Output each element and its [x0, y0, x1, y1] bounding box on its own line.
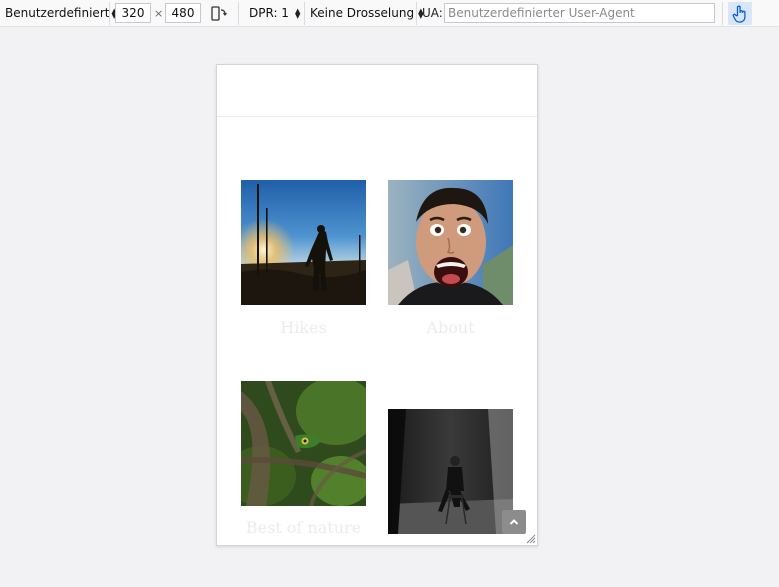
network-throttling-selector[interactable]: Keine Drosselung ▲ ▼: [310, 0, 423, 27]
toolbar-divider: [238, 2, 239, 25]
scroll-to-top-button[interactable]: [502, 510, 526, 534]
device-selector[interactable]: Benutzerdefiniert▲▼: [5, 0, 117, 27]
viewport-resize-handle[interactable]: [524, 532, 536, 544]
throttling-selector-label: Keine Drosselung: [310, 6, 415, 20]
gallery-caption: Hikes: [280, 318, 327, 337]
dpr-selector-label: DPR: 1: [249, 6, 289, 20]
dimension-separator: ×: [154, 7, 164, 20]
gallery-caption: Best of nature: [245, 518, 362, 537]
gallery-caption: About: [426, 318, 475, 337]
gallery-item-best-of-nature[interactable]: [241, 381, 366, 506]
gallery-item-studio[interactable]: [388, 409, 513, 534]
user-agent-input[interactable]: [444, 3, 715, 23]
responsive-design-toolbar: Benutzerdefiniert▲▼ 320 × 480 DPR: 1 ▲▼ K…: [0, 0, 779, 27]
chevron-up-icon: [509, 519, 519, 525]
toolbar-divider: [304, 2, 305, 25]
site-header: [217, 65, 537, 117]
touch-simulation-icon: [732, 5, 746, 23]
rotate-device-button[interactable]: [210, 5, 228, 22]
device-selector-label: Benutzerdefiniert: [5, 6, 110, 20]
viewport-height-input[interactable]: 480: [165, 3, 201, 23]
portrait-face-photo: [388, 180, 513, 305]
select-arrows-icon: ▲▼: [294, 6, 301, 20]
gallery-item-hikes[interactable]: [241, 180, 366, 305]
studio-portrait-photo: [388, 409, 513, 534]
device-viewport: Hikes About Best of nature: [216, 64, 538, 546]
lizard-photo: [241, 381, 366, 506]
toolbar-divider: [722, 2, 723, 25]
toolbar-divider: [416, 2, 417, 25]
gallery-item-about[interactable]: [388, 180, 513, 305]
touch-simulation-button[interactable]: [728, 2, 752, 25]
toolbar-divider: [109, 2, 110, 25]
rotate-device-icon: [211, 6, 227, 21]
hiker-sunset-photo: [241, 180, 366, 305]
user-agent-label: UA:: [422, 6, 443, 20]
resize-grip-icon: [526, 534, 536, 544]
dpr-selector[interactable]: DPR: 1 ▲ ▼: [249, 0, 300, 27]
viewport-width-input[interactable]: 320: [115, 3, 151, 23]
